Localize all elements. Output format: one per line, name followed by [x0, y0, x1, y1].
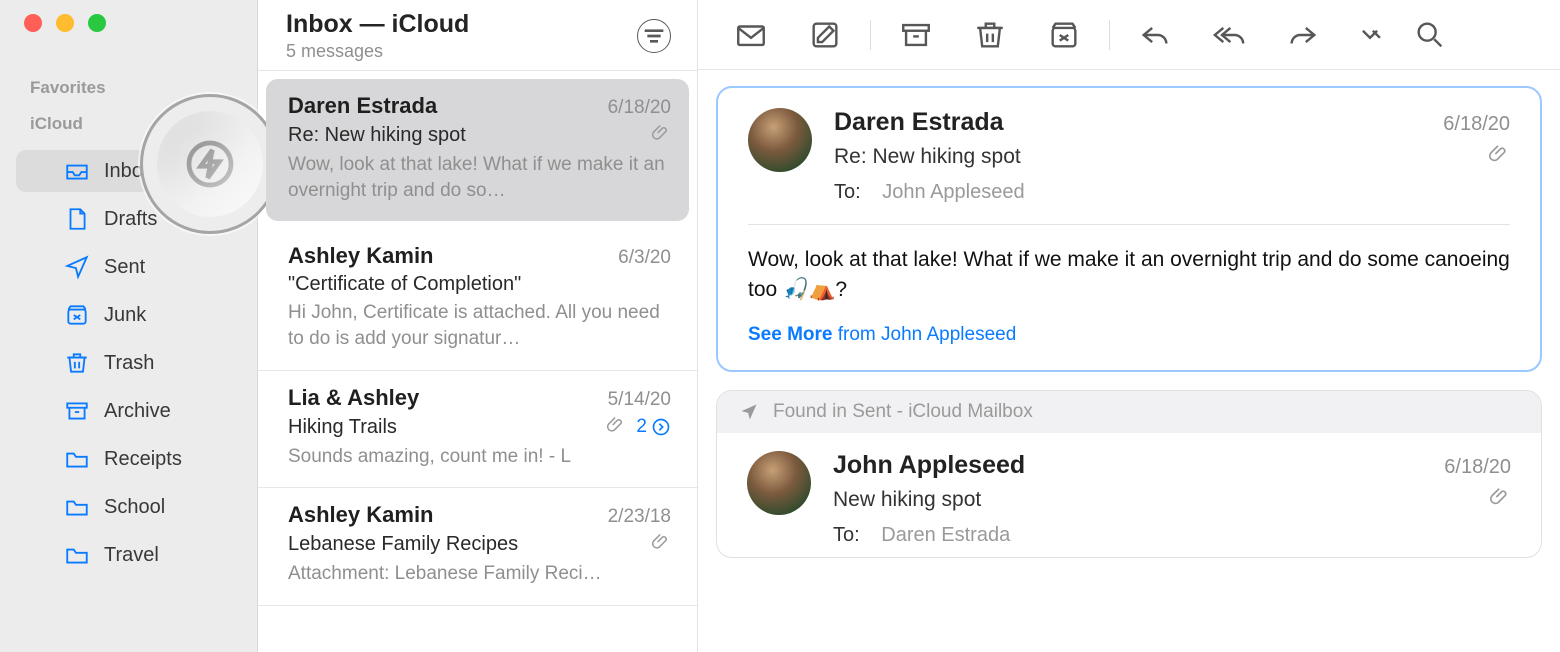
message-subject: Hiking Trails — [288, 416, 397, 439]
sidebar-item-travel[interactable]: Travel — [16, 534, 241, 576]
sidebar-item-junk[interactable]: Junk — [16, 294, 241, 336]
message-list-pane: Inbox — iCloud 5 messages Daren Estrada … — [258, 0, 698, 652]
folder-icon — [64, 446, 90, 472]
header-subject: New hiking spot — [833, 488, 981, 512]
mailbox-count: 5 messages — [286, 41, 469, 62]
delete-button[interactable] — [955, 13, 1025, 57]
message-date: 2/23/18 — [608, 506, 671, 528]
message-card: Daren Estrada 6/18/20 Re: New hiking spo… — [716, 86, 1542, 372]
new-message-button[interactable] — [716, 13, 786, 57]
message-sender: Lia & Ashley — [288, 385, 419, 411]
sidebar: Favorites iCloud Inbox Drafts Sent Junk … — [0, 0, 258, 652]
see-more-bold: See More — [748, 324, 832, 345]
compose-button[interactable] — [790, 13, 860, 57]
junk-button[interactable] — [1029, 13, 1099, 57]
sidebar-item-sent[interactable]: Sent — [16, 246, 241, 288]
sidebar-item-label: School — [104, 496, 165, 519]
toolbar-divider — [1109, 20, 1110, 50]
trash-icon — [64, 350, 90, 376]
message-subject: "Certificate of Completion" — [288, 273, 521, 296]
zoom-window-button[interactable] — [88, 14, 106, 32]
sidebar-item-trash[interactable]: Trash — [16, 342, 241, 384]
message-sender: Ashley Kamin — [288, 243, 434, 269]
folder-icon — [64, 542, 90, 568]
related-location-text: Found in Sent - iCloud Mailbox — [773, 401, 1033, 423]
message-subject: Lebanese Family Recipes — [288, 533, 518, 556]
message-list-header: Inbox — iCloud 5 messages — [258, 0, 697, 71]
header-sender: John Appleseed — [833, 451, 1025, 480]
minimize-window-button[interactable] — [56, 14, 74, 32]
reply-button[interactable] — [1120, 13, 1190, 57]
sidebar-item-label: Junk — [104, 304, 146, 327]
sidebar-item-school[interactable]: School — [16, 486, 241, 528]
sidebar-item-label: Travel — [104, 544, 159, 567]
header-sender: Daren Estrada — [834, 108, 1004, 137]
toolbar-divider — [870, 20, 871, 50]
to-value: Daren Estrada — [881, 524, 1010, 546]
message-preview: Hi John, Certificate is attached. All yo… — [288, 300, 671, 351]
inbox-tray-icon — [64, 158, 90, 184]
header-date: 6/18/20 — [1444, 456, 1511, 479]
paperplane-icon — [739, 402, 759, 422]
reading-pane: Daren Estrada 6/18/20 Re: New hiking spo… — [698, 0, 1560, 652]
related-message-card: Found in Sent - iCloud Mailbox John Appl… — [716, 390, 1542, 558]
message-preview: Wow, look at that lake! What if we make … — [288, 152, 671, 203]
message-preview: Attachment: Lebanese Family Reci… — [288, 561, 671, 587]
message-item[interactable]: Ashley Kamin 6/3/20 "Certificate of Comp… — [258, 229, 697, 370]
message-date: 5/14/20 — [608, 389, 671, 411]
message-date: 6/3/20 — [618, 247, 671, 269]
mailbox-title: Inbox — iCloud — [286, 10, 469, 39]
sidebar-item-label: Receipts — [104, 448, 182, 471]
archive-box-icon — [64, 398, 90, 424]
to-value: John Appleseed — [882, 181, 1024, 203]
message-item[interactable]: Ashley Kamin 2/23/18 Lebanese Family Rec… — [258, 488, 697, 606]
window-controls — [0, 14, 257, 32]
messages-highlight-circle — [140, 94, 280, 234]
message-item[interactable]: Daren Estrada 6/18/20 Re: New hiking spo… — [266, 79, 689, 221]
document-icon — [64, 206, 90, 232]
folder-icon — [64, 494, 90, 520]
sidebar-item-label: Sent — [104, 256, 145, 279]
message-date: 6/18/20 — [608, 97, 671, 119]
avatar — [748, 108, 812, 172]
sidebar-item-label: Trash — [104, 352, 154, 375]
avatar — [747, 451, 811, 515]
search-button[interactable] — [1402, 13, 1458, 57]
junk-bin-icon — [64, 302, 90, 328]
sidebar-item-archive[interactable]: Archive — [16, 390, 241, 432]
thread-count: 2 — [636, 416, 647, 438]
reply-all-button[interactable] — [1194, 13, 1264, 57]
more-toolbar-button[interactable] — [1342, 13, 1398, 57]
archive-button[interactable] — [881, 13, 951, 57]
to-label: To: — [834, 181, 861, 203]
header-subject: Re: New hiking spot — [834, 145, 1021, 169]
to-label: To: — [833, 524, 860, 546]
see-more-link[interactable]: See More from John Appleseed — [748, 324, 1510, 346]
filter-button[interactable] — [637, 19, 671, 53]
message-body: Wow, look at that lake! What if we make … — [748, 245, 1510, 306]
related-location-bar: Found in Sent - iCloud Mailbox — [717, 391, 1541, 433]
messages-bolt-icon — [182, 136, 238, 192]
sidebar-item-receipts[interactable]: Receipts — [16, 438, 241, 480]
see-more-rest: from John Appleseed — [832, 324, 1016, 345]
header-divider — [748, 224, 1510, 225]
message-preview: Sounds amazing, count me in! - L — [288, 444, 671, 470]
attachment-icon — [1489, 486, 1511, 514]
sidebar-item-label: Drafts — [104, 208, 157, 231]
message-item[interactable]: Lia & Ashley 5/14/20 Hiking Trails 2 Sou… — [258, 371, 697, 489]
message-sender: Daren Estrada — [288, 93, 437, 119]
attachment-icon — [1488, 143, 1510, 171]
header-date: 6/18/20 — [1443, 113, 1510, 136]
forward-button[interactable] — [1268, 13, 1338, 57]
thread-count-badge[interactable]: 2 — [636, 416, 671, 438]
close-window-button[interactable] — [24, 14, 42, 32]
toolbar — [698, 0, 1560, 70]
message-subject: Re: New hiking spot — [288, 124, 466, 147]
paperplane-icon — [64, 254, 90, 280]
message-sender: Ashley Kamin — [288, 502, 434, 528]
sidebar-item-label: Archive — [104, 400, 171, 423]
attachment-icon — [651, 123, 671, 148]
attachment-icon — [606, 415, 626, 440]
attachment-icon — [651, 532, 671, 557]
